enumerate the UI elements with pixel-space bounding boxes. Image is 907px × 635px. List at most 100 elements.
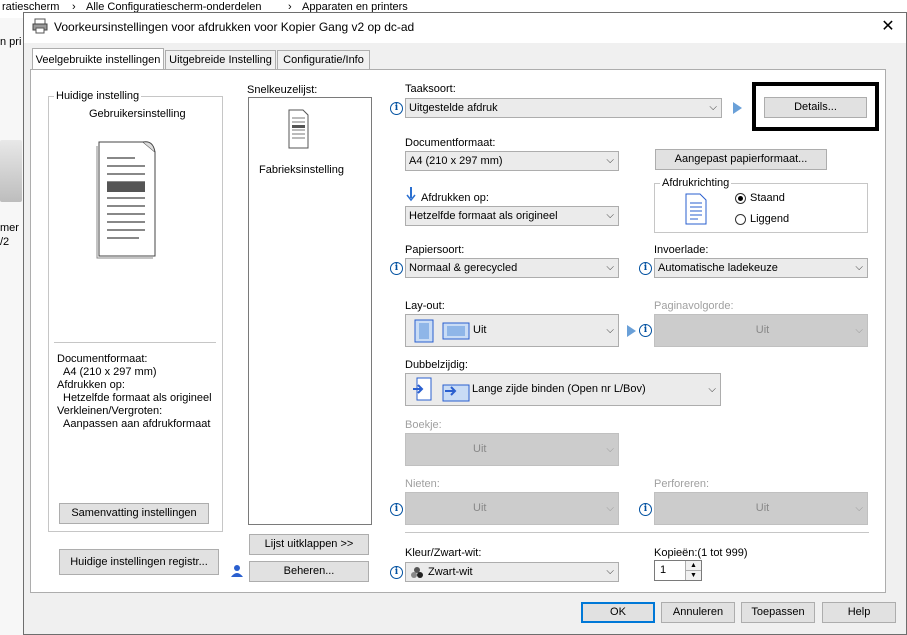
background-printer-label: mer I xyxy=(0,222,26,234)
kleur-value: Zwart-wit xyxy=(428,566,473,578)
portrait-page-icon xyxy=(685,193,707,225)
expand-list-button[interactable]: Lijst uitklappen >> xyxy=(249,534,369,555)
dialog-title: Voorkeursinstellingen voor afdrukken voo… xyxy=(54,20,415,34)
arrow-down-icon xyxy=(406,187,416,202)
chevron-down-icon: ⌵ xyxy=(606,262,614,273)
staand-radio[interactable] xyxy=(735,193,746,204)
paginavolgorde-select[interactable]: Uit ⌵ xyxy=(654,314,868,347)
current-setting-label: Huidige instelling xyxy=(54,90,142,102)
quicklist-label: Snelkeuzelijst: xyxy=(247,84,318,96)
help-button[interactable]: Help xyxy=(822,602,896,623)
background-printer-icon[interactable] xyxy=(0,140,22,202)
apply-button[interactable]: Toepassen xyxy=(741,602,815,623)
chevron-down-icon: ⌵ xyxy=(606,325,614,336)
spin-up-icon[interactable]: ▲ xyxy=(685,561,701,571)
documentformaat-select[interactable]: A4 (210 x 297 mm) ⌵ xyxy=(405,151,619,171)
spin-down-icon[interactable]: ▼ xyxy=(685,571,701,580)
invoerlade-label: Invoerlade: xyxy=(654,244,709,256)
chevron-down-icon: ⌵ xyxy=(606,503,614,514)
summary-line: Aanpassen aan afdrukformaat xyxy=(63,418,211,430)
documentformaat-value: A4 (210 x 297 mm) xyxy=(409,155,503,167)
boekje-label: Boekje: xyxy=(405,419,442,431)
register-current-settings-button[interactable]: Huidige instellingen registr... xyxy=(59,549,219,575)
chevron-down-icon: ⌵ xyxy=(606,444,614,455)
chevron-down-icon: ⌵ xyxy=(855,325,863,336)
boekje-select[interactable]: Uit ⌵ xyxy=(405,433,619,466)
divider xyxy=(54,342,216,343)
layout-page-icon xyxy=(414,319,470,343)
invoerlade-select[interactable]: Automatische ladekeuze ⌵ xyxy=(654,258,868,278)
chevron-down-icon: ⌵ xyxy=(708,384,716,395)
orientation-label: Afdrukrichting xyxy=(660,177,732,189)
invoerlade-value: Automatische ladekeuze xyxy=(658,262,778,274)
taaksoort-select[interactable]: Uitgestelde afdruk ⌵ xyxy=(405,98,722,118)
info-icon[interactable]: i xyxy=(639,324,652,337)
arrow-right-icon xyxy=(733,102,742,114)
papiersoort-select[interactable]: Normaal & gerecycled ⌵ xyxy=(405,258,619,278)
info-icon[interactable]: i xyxy=(390,262,403,275)
info-icon[interactable]: i xyxy=(390,566,403,579)
papiersoort-value: Normaal & gerecycled xyxy=(409,262,518,274)
kopieen-stepper[interactable]: 1 ▲ ▼ xyxy=(654,560,702,581)
chevron-down-icon: ⌵ xyxy=(855,262,863,273)
summary-line: Hetzelfde formaat als origineel xyxy=(63,392,212,404)
afdrukken-op-label: Afdrukken op: xyxy=(421,192,489,204)
layout-select[interactable]: Uit ⌵ xyxy=(405,314,619,347)
kleur-label: Kleur/Zwart-wit: xyxy=(405,547,482,559)
taaksoort-label: Taaksoort: xyxy=(405,83,456,95)
divider xyxy=(405,532,869,533)
chevron-down-icon: ⌵ xyxy=(606,210,614,221)
liggend-label[interactable]: Liggend xyxy=(750,213,789,225)
background-explorer-pane xyxy=(0,18,24,635)
afdrukken-op-value: Hetzelfde formaat als origineel xyxy=(409,210,558,222)
summary-line: A4 (210 x 297 mm) xyxy=(63,366,157,378)
cancel-button[interactable]: Annuleren xyxy=(661,602,735,623)
ok-button[interactable]: OK xyxy=(581,602,655,623)
chevron-down-icon: ⌵ xyxy=(709,102,717,113)
dubbelzijdig-value: Lange zijde binden (Open nr L/Bov) xyxy=(472,383,646,395)
factory-setting-document-icon[interactable] xyxy=(286,108,310,150)
perforeren-value: Uit xyxy=(755,502,770,514)
background-printer-label-2: /2 xyxy=(0,236,10,248)
close-button[interactable]: ✕ xyxy=(876,16,900,38)
paginavolgorde-label: Paginavolgorde: xyxy=(654,300,734,312)
boekje-value: Uit xyxy=(473,443,487,455)
printer-icon xyxy=(32,18,48,34)
highlight-box xyxy=(752,82,879,131)
dubbelzijdig-select[interactable]: Lange zijde binden (Open nr L/Bov) ⌵ xyxy=(405,373,721,406)
layout-label: Lay-out: xyxy=(405,300,445,312)
staand-label[interactable]: Staand xyxy=(750,192,785,204)
quicklist-item-fabrieksinstelling[interactable]: Fabrieksinstelling xyxy=(259,164,344,176)
arrow-right-icon xyxy=(627,325,636,337)
liggend-radio[interactable] xyxy=(735,214,746,225)
documentformaat-label: Documentformaat: xyxy=(405,137,496,149)
background-text: n pri xyxy=(0,36,22,48)
user-icon xyxy=(231,565,243,577)
info-icon[interactable]: i xyxy=(390,102,403,115)
afdrukken-op-select[interactable]: Hetzelfde formaat als origineel ⌵ xyxy=(405,206,619,226)
manage-button[interactable]: Beheren... xyxy=(249,561,369,582)
black-white-icon xyxy=(411,567,423,578)
paginavolgorde-value: Uit xyxy=(755,324,770,336)
info-icon[interactable]: i xyxy=(390,503,403,516)
taaksoort-value: Uitgestelde afdruk xyxy=(409,102,498,114)
perforeren-label: Perforeren: xyxy=(654,478,710,490)
custom-paper-size-button[interactable]: Aangepast papierformaat... xyxy=(655,149,827,170)
info-icon[interactable]: i xyxy=(639,262,652,275)
info-icon[interactable]: i xyxy=(639,503,652,516)
tab-uitgebreide-instelling[interactable]: Uitgebreide Instelling xyxy=(165,50,276,69)
summary-settings-button[interactable]: Samenvatting instellingen xyxy=(59,503,209,524)
chevron-down-icon: ⌵ xyxy=(606,566,614,577)
current-setting-name: Gebruikersinstelling xyxy=(89,108,186,120)
summary-line: Verkleinen/Vergroten: xyxy=(57,405,163,417)
tab-veelgebruikte-instellingen[interactable]: Veelgebruikte instellingen xyxy=(32,48,164,70)
nieten-select[interactable]: Uit ⌵ xyxy=(405,492,619,525)
nieten-value: Uit xyxy=(473,502,487,514)
dubbelzijdig-label: Dubbelzijdig: xyxy=(405,359,468,371)
kleur-select[interactable]: Zwart-wit ⌵ xyxy=(405,562,619,582)
quicklist-box[interactable] xyxy=(248,97,372,525)
tab-configuratie-info[interactable]: Configuratie/Info xyxy=(277,50,370,69)
perforeren-select[interactable]: Uit ⌵ xyxy=(654,492,868,525)
nieten-label: Nieten: xyxy=(405,478,440,490)
kopieen-label: Kopieën:(1 tot 999) xyxy=(654,547,748,559)
